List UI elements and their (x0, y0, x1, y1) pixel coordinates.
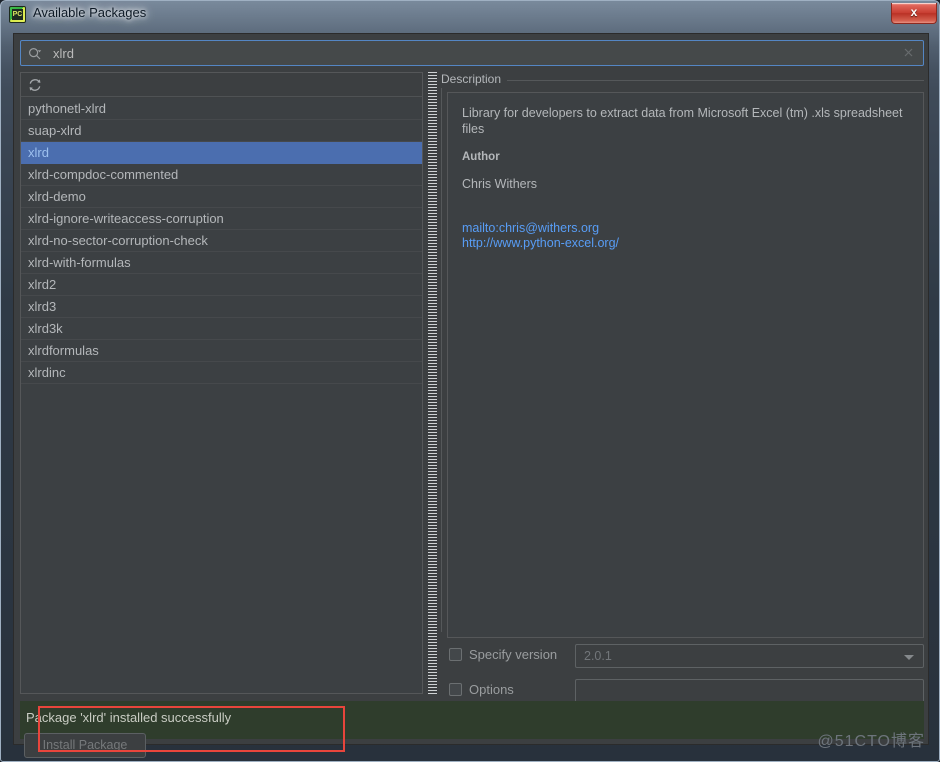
description-author-label: Author (462, 151, 500, 163)
clear-icon[interactable] (902, 46, 915, 59)
dialog-content: pythonetl-xlrdsuap-xlrdxlrdxlrd-compdoc-… (13, 33, 929, 758)
package-list-item[interactable]: xlrd3k (21, 318, 422, 340)
description-link-mailto[interactable]: mailto:chris@withers.org (462, 221, 909, 236)
specify-version-row: Specify version 2.0.1 (447, 644, 924, 668)
version-select-value: 2.0.1 (584, 649, 612, 663)
package-list-item[interactable]: xlrd3 (21, 296, 422, 318)
description-author-name: Chris Withers (462, 177, 538, 191)
close-icon: x (910, 5, 918, 19)
search-input[interactable] (51, 41, 896, 65)
description-legend: Description (441, 72, 508, 88)
package-list-item[interactable]: xlrdformulas (21, 340, 422, 362)
status-bar: Package 'xlrd' installed successfully (20, 701, 924, 739)
chevron-down-icon (904, 655, 914, 660)
options-row: Options (447, 679, 924, 703)
package-list-item[interactable]: xlrd (21, 142, 422, 164)
search-icon (28, 47, 42, 61)
package-list-item[interactable]: xlrd-demo (21, 186, 422, 208)
specify-version-label: Specify version (469, 647, 558, 662)
package-list-item[interactable]: xlrd-with-formulas (21, 252, 422, 274)
package-list-item[interactable]: suap-xlrd (21, 120, 422, 142)
description-group-line (441, 80, 924, 81)
watermark: @51CTO博客 (817, 733, 925, 750)
package-list-item[interactable]: xlrd-no-sector-corruption-check (21, 230, 422, 252)
description-summary: Library for developers to extract data f… (462, 106, 903, 136)
package-list-item[interactable]: xlrdinc (21, 362, 422, 384)
close-button[interactable]: x (891, 3, 937, 24)
options-label: Options (469, 682, 514, 697)
specify-version-checkbox[interactable] (449, 648, 462, 661)
pane-splitter[interactable] (428, 72, 437, 694)
description-box: Library for developers to extract data f… (447, 92, 924, 638)
version-select[interactable]: 2.0.1 (575, 644, 924, 668)
window-title: Available Packages (33, 5, 147, 20)
refresh-icon[interactable] (27, 77, 43, 93)
options-checkbox[interactable] (449, 683, 462, 696)
search-row (20, 40, 924, 66)
pycharm-icon-label: PC (12, 9, 23, 20)
description-pane: Description Library for developers to ex… (441, 72, 924, 703)
title-bar: PC Available Packages x (1, 1, 939, 29)
package-list[interactable]: pythonetl-xlrd suap-xlrd xlrd xlrd-compdoc-… (21, 98, 422, 693)
description-link-homepage[interactable]: http://www.python-excel.org/ (462, 236, 909, 251)
pycharm-icon: PC (9, 6, 26, 23)
description-group-edge (441, 72, 442, 632)
package-list-pane: pythonetl-xlrd suap-xlrd xlrd xlrd-compdoc-… (20, 72, 423, 694)
status-message: Package 'xlrd' installed successfully (26, 710, 232, 725)
list-toolbar (21, 73, 422, 97)
install-package-button[interactable]: Install Package (24, 733, 146, 758)
package-list-item[interactable]: xlrd-ignore-writeaccess-corruption (21, 208, 422, 230)
options-input[interactable] (575, 679, 924, 703)
dialog-window: PC Available Packages x xlrd pythonetl-x… (0, 0, 940, 762)
search-field[interactable] (20, 40, 924, 66)
package-list-item[interactable]: xlrd-compdoc-commented (21, 164, 422, 186)
package-list-item[interactable]: xlrd2 (21, 274, 422, 296)
package-list-item[interactable]: pythonetl-xlrd (21, 98, 422, 120)
